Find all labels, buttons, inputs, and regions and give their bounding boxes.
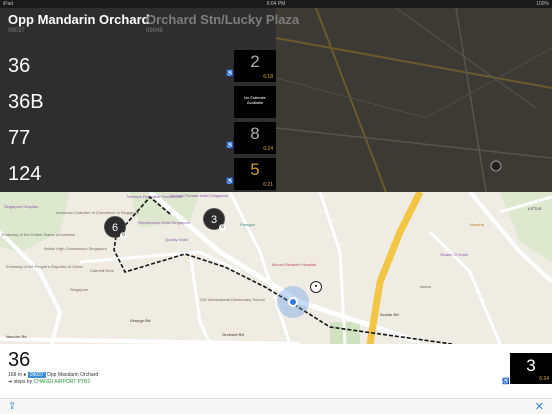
battery-label: 100%	[536, 1, 549, 7]
arrival-box: 8 6:24	[234, 122, 276, 154]
arrival-box: 3 6:24	[510, 353, 552, 384]
top-area: Opp Mandarin Orchard 09037 Orchard Stn/L…	[0, 8, 552, 192]
map-label: Orchard Rd	[222, 332, 245, 337]
wheelchair-icon: ♿	[226, 143, 234, 149]
cluster-badge: 6	[120, 232, 127, 239]
arrival-minutes: 2	[250, 52, 260, 71]
map-label: Embassy of the People's Republic of Chin…	[6, 264, 83, 269]
map-label: American Chamber of Commerce in Singapor…	[56, 210, 140, 215]
service-number: 36B	[8, 91, 44, 113]
map-label: Quality Hotel	[165, 237, 188, 242]
bus-row[interactable]: 36B No Estimate Available	[0, 84, 276, 120]
bus-row[interactable]: 36 ♿ 2 6:18	[0, 48, 276, 84]
background-map	[276, 8, 552, 192]
stop-header-1[interactable]: Opp Mandarin Orchard 09037	[8, 12, 150, 34]
stop-cluster-marker[interactable]: 6 6	[104, 216, 127, 239]
service-number: 36	[8, 55, 31, 77]
map-label: Sloane Ct Hotel	[440, 252, 469, 257]
cluster-count: 6	[111, 222, 119, 234]
service-card[interactable]: 36 168 m ● 09037 Opp Mandarin Orchard ➔ …	[0, 344, 552, 398]
arrival-box: 2 6:18	[234, 50, 276, 82]
map-label: British High Commission Singapore	[44, 246, 107, 251]
stop-code-badge: 09037	[27, 372, 46, 378]
map-label: Singapore	[70, 287, 89, 292]
map-label: Singapore Hospital	[4, 204, 38, 209]
clock: 6:04 PM	[266, 1, 286, 7]
service-number: 124	[8, 163, 42, 185]
stop-info: 168 m ● 09037 Opp Mandarin Orchard	[8, 372, 98, 378]
service-number: 77	[8, 127, 31, 149]
map-label: Rendezvous Hotel Singapore	[138, 220, 191, 225]
stops-prefix: stops by	[13, 379, 33, 385]
stop-header-2[interactable]: Orchard Stn/Lucky Plaza 09048	[146, 12, 299, 34]
arrival-minutes: 8	[250, 124, 260, 143]
cluster-badge: 6	[219, 224, 226, 231]
wheelchair-icon: ♿	[502, 379, 510, 385]
bottom-toolbar: ⇪ ✕	[0, 398, 552, 414]
map-label: Embassy of the United States of America	[2, 232, 75, 237]
cluster-count: 3	[210, 214, 218, 226]
arrival-time: 6:24	[539, 376, 549, 382]
arrow-right-icon: ➔	[8, 379, 13, 385]
service-number: 36	[8, 349, 31, 371]
close-icon[interactable]: ✕	[535, 400, 544, 413]
arrivals-panel: Opp Mandarin Orchard 09037 Orchard Stn/L…	[0, 8, 299, 192]
map-label: Orchard Parade Hotel Singapore	[170, 193, 229, 198]
wheelchair-icon: ♿	[226, 71, 234, 77]
bus-row[interactable]: 124 ♿ 5 6:21	[0, 156, 276, 192]
route-map[interactable]: Singapore Hospital Embassy of the United…	[0, 192, 552, 344]
wheelchair-icon: ♿	[226, 179, 234, 185]
map-label: Grange Rd	[130, 318, 151, 323]
arrival-time: 6:18	[263, 74, 273, 80]
no-estimate-note: No Estimate Available	[244, 95, 266, 105]
map-label: Nassim Rd	[6, 334, 27, 339]
stop-code: 09037	[8, 28, 25, 34]
stop-code: 09048	[146, 28, 163, 34]
bus-row[interactable]: 77 ♿ 8 6:24	[0, 120, 276, 156]
map-label: Paragon	[240, 222, 256, 227]
stop-name: Opp Mandarin Orchard	[47, 372, 99, 378]
bus-stop-pin-icon[interactable]: ▪	[310, 281, 322, 293]
arrival-box: 5 6:21	[234, 158, 276, 190]
stop-name: Orchard Stn/Lucky Plaza	[146, 12, 300, 27]
share-icon[interactable]: ⇪	[8, 401, 16, 412]
map-label: SIG International Elementary School	[200, 297, 265, 302]
arrival-time: 6:21	[263, 182, 273, 188]
arrival-minutes: 5	[250, 160, 260, 179]
separator-icon: ●	[23, 372, 27, 378]
arrival-box: No Estimate Available	[234, 86, 276, 118]
map-label: Cairnhill Nine	[90, 268, 114, 273]
stop-name: Opp Mandarin Orchard	[8, 12, 150, 27]
status-bar: iPad 6:04 PM 100%	[0, 0, 552, 8]
map-label: LITTLE	[528, 206, 542, 211]
map-label: Istana	[420, 284, 431, 289]
destination: CHANGI AIRPORT PTB2	[33, 379, 91, 385]
map-label: Novena	[470, 222, 484, 227]
destination-info: ➔ stops by CHANGI AIRPORT PTB2	[8, 379, 90, 385]
map-label: Mount Elizabeth Hospital	[272, 262, 317, 267]
current-location-icon	[288, 297, 298, 307]
arrival-minutes: 3	[526, 356, 536, 375]
stop-cluster-marker[interactable]: 3 6	[203, 208, 226, 231]
distance: 168 m	[8, 372, 22, 378]
map-label: Scotts Rd	[380, 312, 399, 317]
arrival-time: 6:24	[263, 146, 273, 152]
